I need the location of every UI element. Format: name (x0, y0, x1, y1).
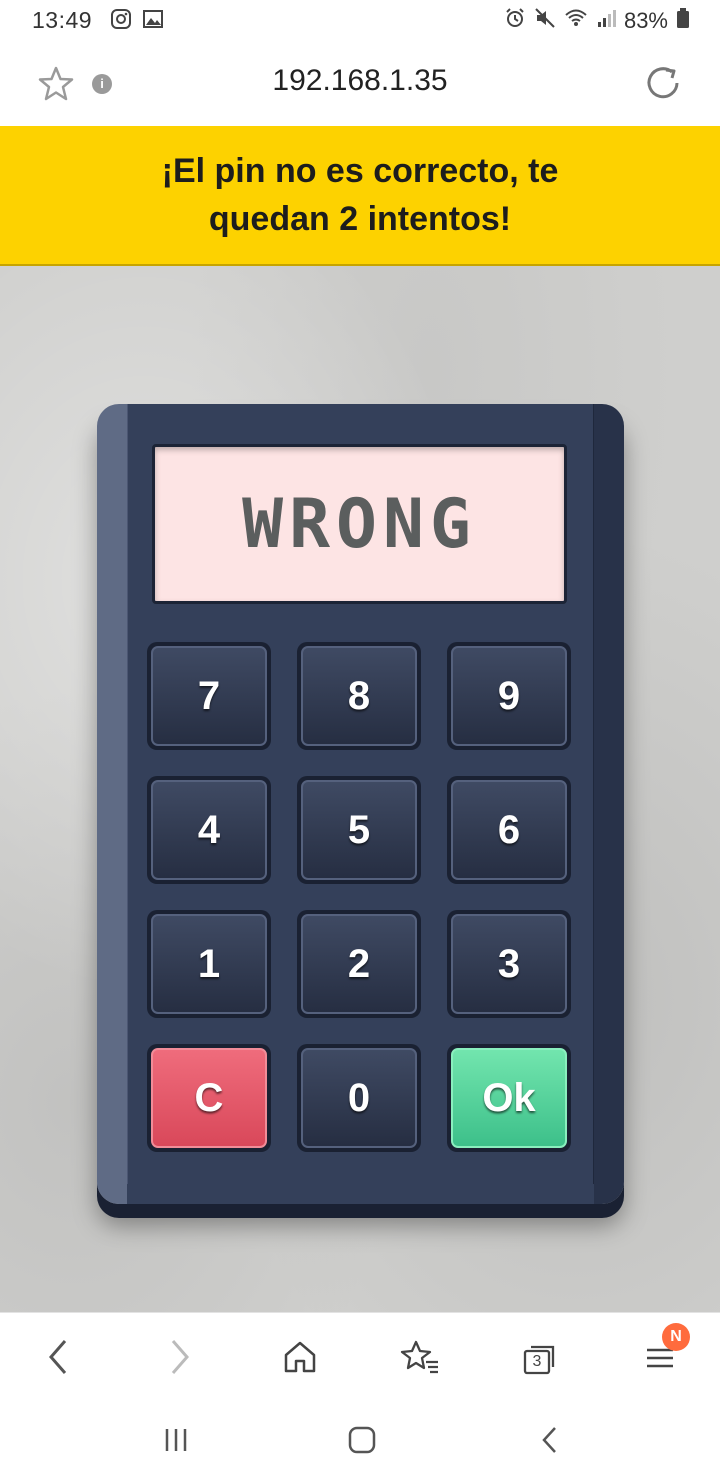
chevron-left-icon (43, 1337, 73, 1382)
battery-icon (676, 7, 690, 35)
key-5[interactable]: 5 (297, 776, 421, 884)
home-square-icon (347, 1425, 377, 1460)
keypad-device: WRONG 7 8 9 4 5 6 1 2 3 C 0 Ok (97, 404, 624, 1204)
mute-icon (534, 7, 556, 35)
clear-button[interactable]: C (147, 1044, 271, 1152)
recent-apps-button[interactable] (156, 1424, 196, 1460)
key-0[interactable]: 0 (297, 1044, 421, 1152)
browser-toolbar: 3 N (0, 1312, 720, 1404)
signal-icon (596, 7, 616, 35)
forward-button[interactable] (156, 1335, 204, 1383)
key-1[interactable]: 1 (147, 910, 271, 1018)
tab-count: 3 (532, 1353, 542, 1370)
back-chevron-icon (538, 1425, 562, 1460)
url-bar: i 192.168.1.35 (0, 42, 720, 126)
system-home-button[interactable] (342, 1424, 382, 1460)
key-2[interactable]: 2 (297, 910, 421, 1018)
wifi-icon (564, 7, 588, 35)
back-button[interactable] (34, 1335, 82, 1383)
status-time: 13:49 (32, 7, 93, 33)
status-bar: 13:49 83% (0, 0, 720, 42)
battery-level: 83% (623, 8, 668, 33)
key-6[interactable]: 6 (447, 776, 571, 884)
ok-button[interactable]: Ok (447, 1044, 571, 1152)
notification-badge: N (662, 1323, 690, 1351)
chevron-right-icon (165, 1337, 195, 1382)
menu-button[interactable]: N (636, 1323, 690, 1383)
system-back-button[interactable] (530, 1424, 570, 1460)
key-9[interactable]: 9 (447, 642, 571, 750)
tabs-icon: 3 (522, 1342, 558, 1376)
keypad-display: WRONG (152, 444, 567, 604)
alarm-icon (504, 7, 526, 35)
gallery-icon (142, 8, 164, 35)
display-text: WRONG (242, 484, 477, 564)
tabs-button[interactable]: 3 (516, 1335, 564, 1383)
system-navigation (0, 1404, 720, 1480)
key-8[interactable]: 8 (297, 642, 421, 750)
error-banner: ¡El pin no es correcto, te quedan 2 inte… (0, 126, 720, 266)
home-button[interactable] (276, 1335, 324, 1383)
home-icon (282, 1339, 318, 1380)
bookmarks-button[interactable] (396, 1335, 444, 1383)
url-text[interactable]: 192.168.1.35 (0, 64, 720, 98)
instagram-icon (110, 8, 132, 35)
key-4[interactable]: 4 (147, 776, 271, 884)
key-7[interactable]: 7 (147, 642, 271, 750)
error-message: ¡El pin no es correcto, te quedan 2 inte… (161, 152, 559, 238)
reload-icon[interactable] (644, 64, 684, 109)
recent-apps-icon (161, 1426, 191, 1459)
bookmarks-star-icon (400, 1339, 440, 1380)
key-3[interactable]: 3 (447, 910, 571, 1018)
